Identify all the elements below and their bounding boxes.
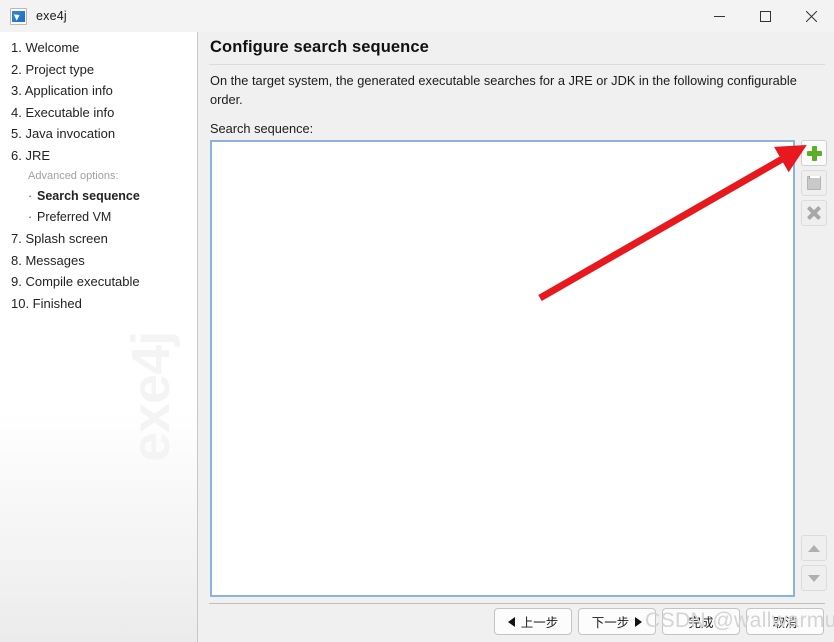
chevron-down-icon <box>808 574 820 582</box>
search-sequence-label: Search sequence: <box>210 121 314 136</box>
triangle-right-icon <box>635 616 643 627</box>
add-entry-button[interactable] <box>801 140 827 166</box>
close-button[interactable] <box>788 0 834 32</box>
sidebar-item-project-type[interactable]: 2. Project type <box>11 59 191 81</box>
chevron-up-icon <box>808 544 820 552</box>
title-divider <box>209 64 825 65</box>
search-sequence-list[interactable] <box>210 140 795 597</box>
sidebar-watermark: exe4j <box>121 331 181 462</box>
sidebar-item-finished[interactable]: 10. Finished <box>11 293 191 315</box>
wizard-step-list: 1. Welcome 2. Project type 3. Applicatio… <box>11 37 191 314</box>
sidebar-item-preferred-vm[interactable]: · Preferred VM <box>11 207 191 228</box>
previous-button-label: 上一步 <box>520 616 559 630</box>
move-down-button[interactable] <box>801 565 827 591</box>
main-content: Configure search sequence On the target … <box>199 32 834 642</box>
minimize-icon <box>713 15 725 17</box>
maximize-icon <box>759 10 771 22</box>
list-reorder-toolbar <box>801 535 829 591</box>
sidebar-item-executable-info[interactable]: 4. Executable info <box>11 102 191 124</box>
wizard-sidebar: 1. Welcome 2. Project type 3. Applicatio… <box>0 32 198 642</box>
window-controls <box>696 0 834 32</box>
window-title: exe4j <box>36 9 67 23</box>
maximize-button[interactable] <box>742 0 788 32</box>
sidebar-advanced-options-header: Advanced options: <box>28 170 119 182</box>
exe4j-wizard-window: exe4j 1. Welcome 2. Project type 3. Appl… <box>0 0 834 642</box>
previous-button[interactable]: 上一步 <box>494 608 572 635</box>
sidebar-item-splash-screen[interactable]: 7. Splash screen <box>11 228 191 250</box>
page-description: On the target system, the generated exec… <box>210 73 797 107</box>
list-toolbar <box>801 140 829 226</box>
triangle-left-icon <box>507 616 515 627</box>
footer-divider <box>209 603 825 604</box>
close-icon <box>805 10 817 22</box>
minimize-button[interactable] <box>696 0 742 32</box>
sidebar-item-jre[interactable]: 6. JRE <box>11 145 191 167</box>
sidebar-item-label: Search sequence <box>37 189 140 203</box>
sidebar-item-java-invocation[interactable]: 5. Java invocation <box>11 123 191 145</box>
page-title: Configure search sequence <box>210 38 429 56</box>
sidebar-item-compile-executable[interactable]: 9. Compile executable <box>11 271 191 293</box>
bullet-icon: · <box>28 210 33 224</box>
delete-icon <box>807 206 821 220</box>
duplicate-entry-button[interactable] <box>801 170 827 196</box>
sidebar-item-welcome[interactable]: 1. Welcome <box>11 37 191 59</box>
add-icon <box>806 145 822 161</box>
sidebar-item-label: Preferred VM <box>37 210 112 224</box>
csdn-watermark: CSDN @wallwarmusic <box>645 609 834 632</box>
copy-icon <box>807 176 821 190</box>
bullet-icon: · <box>28 189 33 203</box>
move-up-button[interactable] <box>801 535 827 561</box>
next-button-label: 下一步 <box>591 616 630 630</box>
remove-entry-button[interactable] <box>801 200 827 226</box>
app-icon <box>10 7 27 25</box>
sidebar-item-messages[interactable]: 8. Messages <box>11 250 191 272</box>
sidebar-item-search-sequence[interactable]: · Search sequence <box>11 186 191 207</box>
title-bar: exe4j <box>0 0 834 32</box>
sidebar-item-application-info[interactable]: 3. Application info <box>11 80 191 102</box>
title-bar-left: exe4j <box>0 7 67 25</box>
